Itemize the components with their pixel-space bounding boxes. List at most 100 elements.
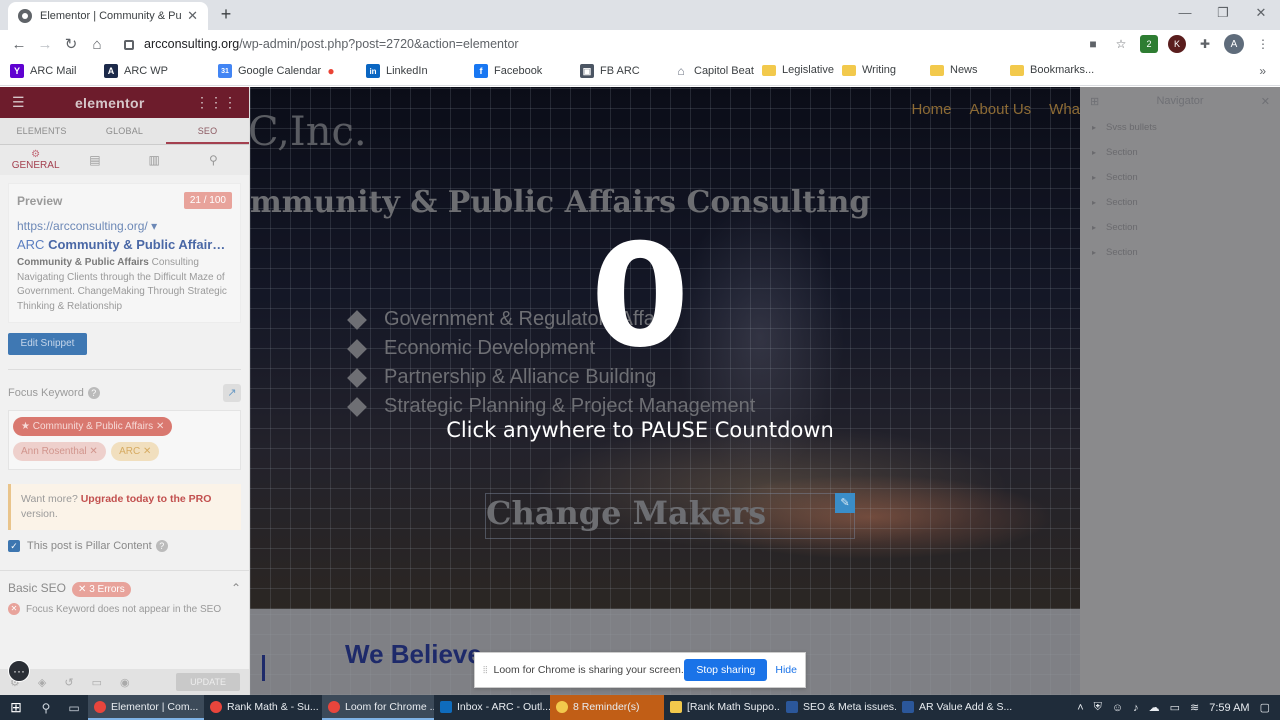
cloud-icon[interactable]: ☁ [1149, 701, 1160, 714]
bookmark-folder-legislative[interactable]: Legislative [762, 64, 834, 76]
bookmark-facebook[interactable]: f Facebook [474, 64, 542, 78]
taskbar-item-rank-math-support[interactable]: [Rank Math Suppo... [664, 695, 780, 720]
pillar-checkbox[interactable]: ✓ [8, 540, 20, 552]
new-tab-button[interactable]: + [216, 4, 236, 24]
change-makers-heading[interactable]: Change Makers [485, 493, 855, 539]
services-list[interactable]: Government & Regulatory Affairs Economic… [347, 305, 755, 421]
serp-preview-card[interactable]: Preview 21 / 100 https://arcconsulting.o… [8, 183, 241, 323]
profile-avatar[interactable]: A [1224, 34, 1244, 54]
volume-icon[interactable]: ♪ [1133, 702, 1139, 714]
task-view-icon[interactable]: ▭ [60, 701, 88, 715]
drag-handle-icon[interactable]: ⦙⦙ [483, 665, 487, 676]
subtab-schema[interactable]: ▥ [125, 153, 184, 167]
chevron-up-icon[interactable]: ˄ [1077, 702, 1083, 714]
bookmark-arc-wp[interactable]: A ARC WP [104, 64, 168, 78]
bookmark-maps[interactable]: ● [324, 64, 344, 78]
extension-badge-icon[interactable]: 2 [1140, 35, 1158, 53]
clock[interactable]: 7:59 AM [1209, 702, 1249, 714]
subtab-advanced[interactable]: ▤ [65, 153, 124, 167]
navigator-item[interactable]: ▸ Section [1080, 215, 1280, 240]
nav-what[interactable]: Wha [1049, 101, 1080, 118]
keyword-tag[interactable]: Ann Rosenthal ✕ [13, 442, 106, 461]
wifi-icon[interactable]: ≋ [1190, 701, 1199, 714]
bookmark-arc-mail[interactable]: Y ARC Mail [10, 64, 76, 78]
close-window-icon[interactable]: ✕ [1242, 0, 1280, 26]
extension-k-icon[interactable]: K [1168, 35, 1186, 53]
taskbar-item-elementor[interactable]: Elementor | Com... [88, 695, 204, 720]
navigator-item[interactable]: ▸ Section [1080, 165, 1280, 190]
preview-eye-icon[interactable]: ◉ [120, 676, 130, 689]
restore-icon[interactable]: ❐ [1204, 0, 1242, 26]
edit-pencil-icon[interactable]: ✎ [835, 493, 855, 513]
battery-icon[interactable]: ▭ [1170, 701, 1180, 714]
countdown-number[interactable]: 0 [590, 222, 690, 372]
address-bar[interactable]: arcconsulting.org/wp-admin/post.php?post… [118, 32, 1143, 56]
bookmark-folder-bookmarks[interactable]: Bookmarks... [1010, 64, 1094, 76]
bookmark-linkedin[interactable]: in LinkedIn [366, 64, 428, 78]
taskbar-item-seo-meta-doc[interactable]: SEO & Meta issues... [780, 695, 896, 720]
browser-tab-active[interactable]: Elementor | Community & Public Affairs ✕ [8, 2, 208, 30]
help-icon[interactable]: ? [87, 387, 100, 399]
layers-icon[interactable]: ◈ [38, 676, 46, 689]
lock-icon[interactable] [124, 40, 134, 50]
upgrade-link[interactable]: Upgrade today to the PRO [81, 493, 212, 505]
navigator-item[interactable]: ▸ Section [1080, 240, 1280, 265]
url-text[interactable]: arcconsulting.org/wp-admin/post.php?post… [144, 37, 519, 51]
taskbar-item-reminders[interactable]: 8 Reminder(s) [550, 695, 664, 720]
more-bookmarks-icon[interactable]: » [1259, 64, 1266, 78]
camera-icon[interactable]: ■ [1084, 35, 1102, 53]
close-icon[interactable]: ✕ [1261, 95, 1270, 108]
widgets-grid-icon[interactable]: ⋮⋮⋮ [195, 94, 237, 111]
edit-snippet-button[interactable]: Edit Snippet [8, 333, 87, 355]
taskbar-item-loom[interactable]: Loom for Chrome ... [322, 695, 434, 720]
nav-home[interactable]: Home [911, 101, 951, 118]
update-button[interactable]: UPDATE [176, 673, 240, 691]
page-canvas[interactable]: C,Inc. Home About Us Wha mmunity & Publi… [250, 87, 1080, 695]
bookmark-capitol-beat[interactable]: ⌂ Capitol Beat [674, 64, 754, 78]
expand-all-icon[interactable]: ⊞ [1090, 95, 1099, 108]
nav-about-us[interactable]: About Us [969, 101, 1031, 118]
subtab-general[interactable]: ⚙ GENERAL [6, 149, 65, 171]
star-icon[interactable]: ☆ [1112, 35, 1130, 53]
windows-start-icon[interactable]: ⊞ [0, 699, 32, 716]
close-tab-icon[interactable]: ✕ [187, 8, 198, 24]
loom-controls-bubble[interactable]: ··· [8, 660, 30, 682]
minimize-icon[interactable]: — [1166, 0, 1204, 26]
tab-elements[interactable]: ELEMENTS [0, 118, 83, 144]
notifications-icon[interactable]: ▢ [1260, 701, 1270, 714]
keyword-tag[interactable]: ARC ✕ [111, 442, 160, 461]
stop-sharing-button[interactable]: Stop sharing [684, 659, 768, 681]
back-arrow-icon[interactable]: ← [6, 36, 32, 53]
forward-arrow-icon[interactable]: → [32, 36, 58, 53]
tab-global[interactable]: GLOBAL [83, 118, 166, 144]
focus-keyword-input[interactable]: ★ Community & Public Affairs ✕ Ann Rosen… [8, 410, 241, 470]
taskbar-item-ar-value-doc[interactable]: AR Value Add & S... [896, 695, 1012, 720]
bookmark-folder-news[interactable]: News [930, 64, 978, 76]
shield-icon[interactable]: ⛨ [1094, 701, 1102, 714]
history-icon[interactable]: ↺ [64, 676, 73, 689]
taskbar-item-rank-math[interactable]: Rank Math & - Su... [204, 695, 322, 720]
trends-icon[interactable]: ↗ [223, 384, 241, 402]
countdown-pause-text[interactable]: Click anywhere to PAUSE Countdown [380, 418, 900, 442]
chevron-up-icon[interactable]: ⌃ [231, 581, 241, 595]
navigator-item[interactable]: ▸ Section [1080, 190, 1280, 215]
bookmark-fb-arc[interactable]: ▣ FB ARC [580, 64, 640, 78]
menu-kebab-icon[interactable]: ⋮ [1254, 35, 1272, 53]
we-believe-heading[interactable]: We Believe [345, 639, 482, 670]
keyword-tag[interactable]: ★ Community & Public Affairs ✕ [13, 417, 173, 436]
people-icon[interactable]: ☺ [1112, 702, 1123, 714]
bookmark-folder-writing[interactable]: Writing [842, 64, 896, 76]
hero-headline[interactable]: mmunity & Public Affairs Consulting [250, 185, 870, 220]
navigator-item[interactable]: ▸ Svss bullets [1080, 115, 1280, 140]
reload-icon[interactable]: ↻ [58, 35, 84, 53]
site-brand[interactable]: C,Inc. [250, 109, 367, 155]
navigator-item[interactable]: ▸ Section [1080, 140, 1280, 165]
subtab-social[interactable]: ⚲ [184, 153, 243, 167]
search-icon[interactable]: ⚲ [32, 701, 60, 715]
home-icon[interactable]: ⌂ [84, 36, 110, 53]
hamburger-menu-icon[interactable]: ☰ [12, 94, 25, 111]
bookmark-google-calendar[interactable]: 31 Google Calendar [218, 64, 321, 78]
tab-seo[interactable]: SEO [166, 118, 249, 144]
help-icon[interactable]: ? [155, 540, 168, 552]
pillar-content-option[interactable]: ✓ This post is Pillar Content ? [8, 540, 241, 552]
